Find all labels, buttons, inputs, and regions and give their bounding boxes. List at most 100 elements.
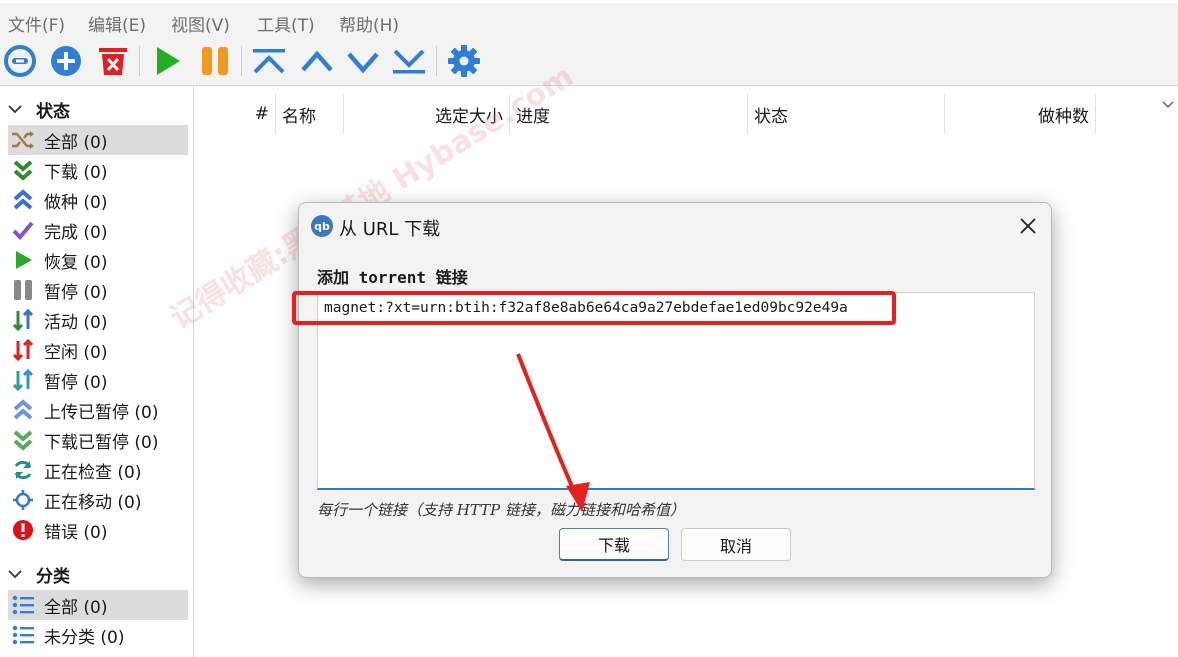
status-filter-label: 恢复 (0): [44, 252, 108, 273]
column-header-number[interactable]: #: [196, 94, 276, 134]
status-filter-paused[interactable]: 暂停 (0): [8, 275, 188, 305]
status-filter-download-paused[interactable]: 下载已暂停 (0): [8, 425, 188, 455]
target-icon: [10, 487, 36, 513]
qbittorrent-logo-icon: qb: [311, 215, 333, 237]
pause-icon: [10, 277, 36, 303]
delete-icon: [99, 48, 127, 75]
move-up-icon: [301, 50, 333, 72]
move-top-icon: [253, 49, 285, 74]
status-filter-label: 完成 (0): [44, 222, 108, 243]
double-chevron-down-icon: [10, 427, 36, 453]
add-torrent-link-button[interactable]: [1, 42, 39, 80]
category-filter-all[interactable]: 全部 (0): [8, 590, 188, 620]
download-from-url-dialog: qb 从 URL 下载 添加 torrent 链接 magnet:?xt=urn…: [298, 202, 1052, 578]
status-section-title: 状态: [36, 101, 70, 122]
delete-button[interactable]: [94, 42, 132, 80]
play-icon: [157, 47, 180, 75]
toolbar: [0, 38, 1178, 86]
resume-button[interactable]: [148, 42, 186, 80]
sidebar: 状态 全部 (0) 下载 (0) 做种 (0) 完成 (0) 恢复 (0) 暂停…: [0, 86, 194, 657]
options-button[interactable]: [445, 42, 483, 80]
menu-tools[interactable]: 工具(T): [257, 11, 315, 36]
status-filter-label: 活动 (0): [44, 312, 108, 333]
chevron-down-icon[interactable]: [1162, 94, 1174, 114]
status-filter-seeding[interactable]: 做种 (0): [8, 185, 188, 215]
status-filter-stalled[interactable]: 暂停 (0): [8, 365, 188, 395]
refresh-icon: [10, 457, 36, 483]
move-top-button[interactable]: [250, 42, 288, 80]
move-down-icon: [347, 52, 379, 74]
list-icon: [10, 622, 36, 648]
move-bottom-button[interactable]: [390, 42, 428, 80]
status-filter-moving[interactable]: 正在移动 (0): [8, 485, 188, 515]
status-filter-label: 暂停 (0): [44, 372, 108, 393]
error-icon: [10, 517, 36, 543]
menu-view[interactable]: 视图(V): [171, 11, 230, 36]
menubar: 文件(F) 编辑(E) 视图(V) 工具(T) 帮助(H): [0, 0, 1178, 38]
status-filter-checking[interactable]: 正在检查 (0): [8, 455, 188, 485]
pause-button[interactable]: [196, 42, 234, 80]
move-up-button[interactable]: [298, 42, 336, 80]
status-filter-label: 暂停 (0): [44, 282, 108, 303]
pause-icon: [202, 47, 228, 75]
status-filter-downloading[interactable]: 下载 (0): [8, 155, 188, 185]
gear-icon: [448, 45, 480, 77]
link-icon: [4, 45, 36, 77]
status-filter-label: 正在检查 (0): [44, 462, 142, 483]
status-filter-errored[interactable]: 错误 (0): [8, 515, 188, 545]
list-icon: [10, 592, 36, 618]
annotation-highlight-box: [292, 291, 896, 325]
category-filter-label: 全部 (0): [44, 597, 108, 618]
status-filter-inactive[interactable]: 空闲 (0): [8, 335, 188, 365]
cancel-button[interactable]: 取消: [681, 528, 791, 561]
status-filter-label: 正在移动 (0): [44, 492, 142, 513]
column-header-name[interactable]: 名称: [276, 94, 344, 134]
double-chevron-up-icon: [10, 397, 36, 423]
shuffle-icon: [10, 127, 36, 153]
status-filter-all[interactable]: 全部 (0): [8, 125, 188, 155]
column-header-progress[interactable]: 进度: [510, 94, 748, 134]
category-section-header[interactable]: 分类: [8, 560, 70, 588]
up-down-arrows-icon: [10, 307, 36, 333]
category-filter-uncategorized[interactable]: 未分类 (0): [8, 620, 188, 650]
status-filter-label: 错误 (0): [44, 522, 108, 543]
torrent-table-header: # 名称 选定大小 进度 状态 做种数: [196, 94, 1178, 134]
dialog-title: 从 URL 下载: [339, 219, 441, 240]
double-chevron-up-icon: [10, 187, 36, 213]
status-filter-label: 全部 (0): [44, 132, 108, 153]
status-filter-completed[interactable]: 完成 (0): [8, 215, 188, 245]
menu-help[interactable]: 帮助(H): [339, 11, 399, 36]
status-filter-label: 下载已暂停 (0): [44, 432, 159, 453]
links-hint-text: 每行一个链接（支持 HTTP 链接，磁力链接和哈希值）: [317, 501, 686, 519]
add-icon: [51, 46, 81, 76]
download-button[interactable]: 下载: [559, 528, 669, 561]
up-down-arrows-icon: [10, 367, 36, 393]
play-icon: [10, 247, 36, 273]
move-bottom-icon: [393, 49, 425, 74]
status-filter-label: 空闲 (0): [44, 342, 108, 363]
status-filter-active[interactable]: 活动 (0): [8, 305, 188, 335]
status-filter-label: 做种 (0): [44, 192, 108, 213]
status-filter-upload-paused[interactable]: 上传已暂停 (0): [8, 395, 188, 425]
checkmark-icon: [10, 217, 36, 243]
torrent-links-label: 添加 torrent 链接: [317, 268, 468, 287]
menu-file[interactable]: 文件(F): [8, 11, 65, 36]
status-filter-label: 下载 (0): [44, 162, 108, 183]
chevron-down-icon: [8, 99, 26, 119]
close-icon: [1020, 218, 1036, 234]
chevron-down-icon: [8, 564, 26, 584]
status-filter-resumed[interactable]: 恢复 (0): [8, 245, 188, 275]
add-torrent-file-button[interactable]: [47, 42, 85, 80]
column-header-status[interactable]: 状态: [748, 94, 945, 134]
double-chevron-down-icon: [10, 157, 36, 183]
column-header-seeds[interactable]: 做种数: [945, 94, 1096, 134]
up-down-arrows-icon: [10, 337, 36, 363]
status-filter-label: 上传已暂停 (0): [44, 402, 159, 423]
category-filter-label: 未分类 (0): [44, 627, 125, 648]
status-section-header[interactable]: 状态: [8, 95, 70, 123]
menu-edit[interactable]: 编辑(E): [88, 11, 146, 36]
category-section-title: 分类: [36, 566, 70, 587]
move-down-button[interactable]: [344, 42, 382, 80]
column-header-size[interactable]: 选定大小: [344, 94, 510, 134]
close-button[interactable]: [1015, 213, 1041, 239]
